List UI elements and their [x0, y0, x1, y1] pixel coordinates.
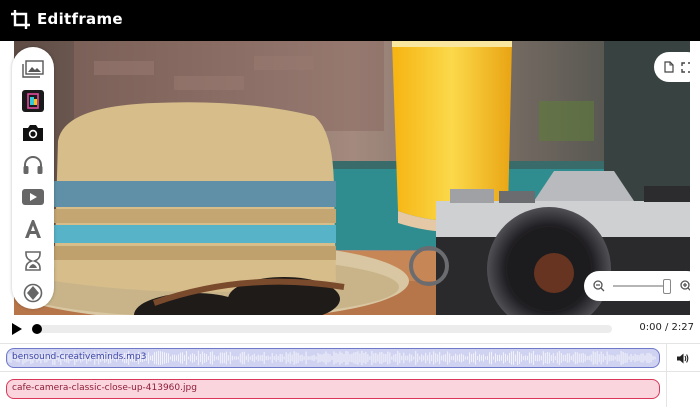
playback-bar: 0:00 / 2:27 — [0, 315, 700, 343]
filter-icon[interactable] — [21, 281, 45, 305]
zoom-control — [584, 271, 690, 301]
image-track-row: cafe-camera-classic-close-up-413960.jpg — [0, 372, 700, 407]
app-title: Editframe — [37, 10, 123, 28]
tool-sidebar — [12, 47, 54, 309]
play-icon[interactable] — [11, 323, 23, 335]
fullscreen-icon[interactable] — [681, 61, 690, 73]
audio-track-row: bensound-creativeminds.mp3 — [0, 343, 700, 372]
zoom-slider-thumb[interactable] — [663, 279, 672, 294]
view-controls — [654, 52, 690, 82]
zoom-in-icon[interactable] — [680, 280, 690, 292]
audio-clip[interactable]: bensound-creativeminds.mp3 — [6, 348, 660, 368]
video-icon[interactable] — [21, 185, 45, 209]
image-clip[interactable]: cafe-camera-classic-close-up-413960.jpg — [6, 379, 660, 399]
timeline-playhead[interactable] — [32, 324, 42, 334]
audio-clip-label: bensound-creativeminds.mp3 — [12, 352, 147, 362]
crop-icon — [11, 10, 30, 29]
timeline-scrubber[interactable] — [32, 324, 612, 334]
playback-time: 0:00 / 2:27 — [639, 322, 694, 333]
track-divider — [666, 344, 667, 371]
text-icon[interactable] — [21, 217, 45, 241]
app-header: Editframe — [0, 0, 700, 41]
templates-icon[interactable] — [21, 89, 45, 113]
headphones-icon[interactable] — [21, 153, 45, 177]
page-icon[interactable] — [664, 61, 674, 73]
camera-icon[interactable] — [21, 121, 45, 145]
image-clip-label: cafe-camera-classic-close-up-413960.jpg — [12, 383, 197, 393]
zoom-slider-track[interactable] — [613, 285, 671, 287]
hourglass-icon[interactable] — [21, 249, 45, 273]
preview-stage — [0, 41, 700, 315]
zoom-out-icon[interactable] — [593, 280, 605, 292]
preview-photo[interactable] — [14, 41, 690, 315]
speaker-icon[interactable] — [677, 353, 689, 364]
media-library-icon[interactable] — [21, 57, 45, 81]
track-divider — [666, 372, 667, 407]
